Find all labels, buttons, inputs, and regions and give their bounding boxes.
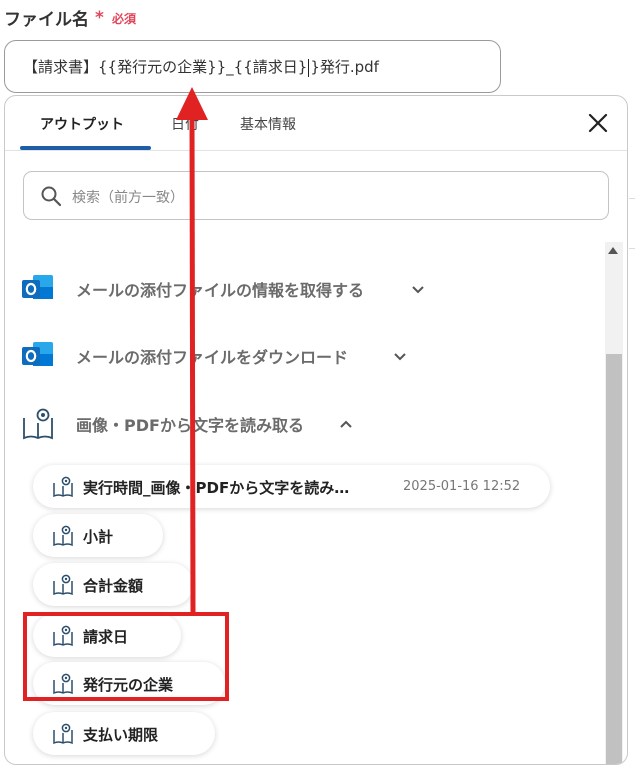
ocr-book-icon: [53, 525, 73, 547]
ocr-book-icon: [23, 408, 53, 440]
output-item-subtotal[interactable]: 小計: [33, 514, 163, 557]
outlook-icon: [22, 275, 53, 299]
search-icon: [41, 186, 62, 207]
annotation-highlight-box: [23, 612, 229, 701]
search-input[interactable]: 検索（前方一致）: [23, 171, 609, 220]
section-mail-attachment-info[interactable]: メールの添付ファイルの情報を取得する: [20, 271, 440, 307]
tab-bar: アウトプット 日付 基本情報: [5, 96, 627, 151]
section-title: メールの添付ファイルをダウンロード: [76, 348, 349, 367]
required-star: *: [95, 8, 104, 28]
output-item-timestamp: 2025-01-16 12:52: [403, 479, 521, 494]
output-item-payment-due[interactable]: 支払い期限: [33, 712, 215, 755]
required-text: 必須: [112, 12, 137, 26]
search-placeholder: 検索（前方一致）: [72, 190, 184, 206]
tab-output[interactable]: アウトプット: [40, 114, 124, 134]
ocr-book-icon: [53, 574, 73, 596]
output-item-label: 支払い期限: [83, 726, 159, 744]
file-name-value-end: }発行.pdf: [310, 58, 379, 76]
tab-date[interactable]: 日付: [171, 114, 199, 134]
scrollbar-thumb[interactable]: [606, 354, 622, 764]
ocr-book-icon: [53, 723, 73, 745]
tab-basic-info[interactable]: 基本情報: [240, 114, 296, 134]
output-item-label: 合計金額: [83, 577, 144, 595]
scroll-up-arrow[interactable]: [608, 247, 618, 254]
section-title: 画像・PDFから文字を読み取る: [76, 416, 304, 435]
background-divider: [629, 198, 635, 199]
output-item-total-amount[interactable]: 合計金額: [33, 563, 193, 606]
close-icon[interactable]: [587, 112, 609, 134]
outlook-icon: [22, 342, 53, 366]
section-mail-attachment-download[interactable]: メールの添付ファイルをダウンロード: [20, 338, 420, 374]
output-item-label: 実行時間_画像・PDFから文字を読み…: [83, 479, 350, 497]
chevron-down-icon[interactable]: [392, 348, 408, 364]
active-tab-indicator: [20, 146, 151, 150]
output-item-execution-time[interactable]: 実行時間_画像・PDFから文字を読み… 2025-01-16 12:52: [33, 465, 550, 508]
ocr-book-icon: [53, 476, 73, 498]
section-ocr[interactable]: 画像・PDFから文字を読み取る: [20, 406, 360, 442]
chevron-down-icon[interactable]: [410, 281, 426, 297]
background-divider: [629, 248, 635, 249]
section-title: メールの添付ファイルの情報を取得する: [76, 281, 365, 300]
chevron-up-icon[interactable]: [338, 416, 354, 432]
file-name-value-start: 【請求書】{{発行元の企業}}_{{請求日}: [23, 58, 308, 76]
file-name-label: ファイル名: [4, 10, 89, 30]
output-item-label: 小計: [83, 528, 114, 546]
file-name-input[interactable]: 【請求書】{{発行元の企業}}_{{請求日}}発行.pdf: [4, 40, 501, 93]
